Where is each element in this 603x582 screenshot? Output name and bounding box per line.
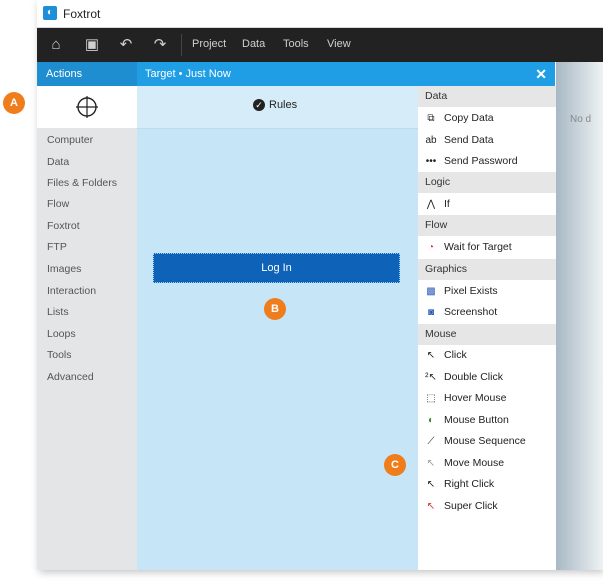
menu-data[interactable]: Data: [242, 38, 265, 50]
check-circle-icon: ✓: [253, 99, 265, 112]
category-images[interactable]: Images: [47, 263, 81, 275]
action-wait-for-target[interactable]: ◔ Wait for Target: [424, 238, 512, 256]
callout-a: A: [3, 92, 25, 114]
action-send-data[interactable]: ab Send Data: [424, 131, 493, 149]
category-computer[interactable]: Computer: [47, 134, 93, 146]
home-icon[interactable]: ⌂: [45, 34, 67, 56]
section-flow: Flow: [418, 215, 556, 236]
crosshair-icon[interactable]: [75, 95, 99, 119]
target-picker[interactable]: [37, 86, 137, 128]
copy-data-icon: ⧉: [427, 113, 435, 124]
login-button-target[interactable]: Log In: [153, 253, 400, 283]
action-mouse-sequence[interactable]: ⟋ Mouse Sequence: [424, 432, 526, 450]
pixel-exists-icon: ▩: [426, 286, 436, 297]
foxtrot-logo-icon: ◐: [43, 6, 57, 20]
move-mouse-icon: ↖: [426, 458, 436, 469]
rules-label: Rules: [269, 99, 298, 111]
menu-view[interactable]: View: [327, 38, 351, 50]
hover-mouse-icon: ⬚: [426, 393, 436, 404]
section-data: Data: [418, 86, 556, 107]
send-data-icon: ab: [425, 135, 437, 146]
action-hover-mouse[interactable]: ⬚ Hover Mouse: [424, 389, 506, 407]
camera-icon: ◙: [427, 307, 435, 318]
action-send-password[interactable]: ••• Send Password: [424, 152, 518, 170]
if-branch-icon: ⋀: [426, 199, 436, 210]
target-canvas: ✓ Rules Log In: [137, 86, 418, 570]
action-right-click[interactable]: ↖ Right Click: [424, 475, 494, 493]
close-icon[interactable]: ✕: [535, 62, 547, 86]
redo-icon[interactable]: ↷: [149, 34, 171, 56]
target-title: Target • Just Now: [145, 68, 231, 80]
category-flow[interactable]: Flow: [47, 198, 69, 210]
send-password-icon: •••: [425, 156, 437, 167]
mouse-button-icon: ◐: [427, 415, 435, 426]
callout-b: B: [264, 298, 286, 320]
category-data[interactable]: Data: [47, 156, 69, 168]
window-title: Foxtrot: [63, 7, 101, 21]
wait-clock-icon: ◔: [427, 242, 435, 253]
category-lists[interactable]: Lists: [47, 306, 69, 318]
double-click-icon: ²↖: [425, 372, 437, 383]
toolbar-divider: [181, 34, 182, 56]
right-click-icon: ↖: [426, 479, 436, 490]
click-cursor-icon: ↖: [426, 350, 436, 361]
category-foxtrot[interactable]: Foxtrot: [47, 220, 80, 232]
action-screenshot[interactable]: ◙ Screenshot: [424, 303, 497, 321]
action-mouse-button[interactable]: ◐ Mouse Button: [424, 411, 509, 429]
callout-c: C: [384, 454, 406, 476]
app-window: ◐ Foxtrot ⌂ ▣ ↶ ↷ Project Data Tools Vie…: [37, 0, 603, 570]
faded-text: No d: [570, 114, 592, 125]
action-double-click[interactable]: ²↖ Double Click: [424, 368, 503, 386]
toolbar: ⌂ ▣ ↶ ↷ Project Data Tools View: [37, 28, 603, 62]
undo-icon[interactable]: ↶: [115, 34, 137, 56]
category-loops[interactable]: Loops: [47, 328, 76, 340]
rules-bar[interactable]: ✓ Rules: [137, 86, 418, 129]
action-click[interactable]: ↖ Click: [424, 346, 467, 364]
action-if[interactable]: ⋀ If: [424, 195, 450, 213]
actions-header: Actions: [37, 62, 137, 86]
actions-sidebar: Computer Data Files & Folders Flow Foxtr…: [37, 86, 137, 570]
save-icon[interactable]: ▣: [81, 34, 103, 56]
category-tools[interactable]: Tools: [47, 349, 72, 361]
category-interaction[interactable]: Interaction: [47, 285, 96, 297]
menu-tools[interactable]: Tools: [283, 38, 309, 50]
action-move-mouse[interactable]: ↖ Move Mouse: [424, 454, 504, 472]
title-bar: ◐ Foxtrot: [37, 0, 603, 28]
category-advanced[interactable]: Advanced: [47, 371, 94, 383]
background-window-fade: [556, 62, 603, 570]
action-copy-data[interactable]: ⧉ Copy Data: [424, 109, 493, 127]
mouse-sequence-icon: ⟋: [427, 436, 435, 447]
super-click-icon: ↖: [426, 501, 436, 512]
rules-toggle[interactable]: ✓ Rules: [253, 99, 298, 112]
action-pixel-exists[interactable]: ▩ Pixel Exists: [424, 282, 497, 300]
section-mouse: Mouse: [418, 324, 556, 345]
menu-project[interactable]: Project: [192, 38, 226, 50]
category-ftp[interactable]: FTP: [47, 241, 67, 253]
target-header: Target • Just Now ✕: [137, 62, 555, 86]
action-super-click[interactable]: ↖ Super Click: [424, 497, 498, 515]
section-logic: Logic: [418, 172, 556, 193]
actions-list: Data ⧉ Copy Data ab Send Data ••• Send Pass…: [418, 86, 556, 570]
section-graphics: Graphics: [418, 259, 556, 280]
category-files-folders[interactable]: Files & Folders: [47, 177, 117, 189]
